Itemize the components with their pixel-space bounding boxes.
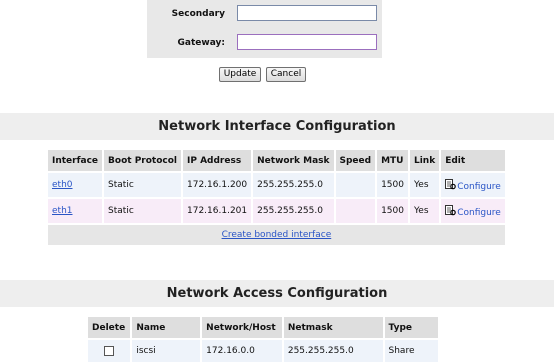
- create-bonded-interface-link[interactable]: Create bonded interface: [222, 230, 332, 240]
- network-mask-cell: 255.255.255.0: [253, 173, 334, 197]
- col-header-netmask: Netmask: [283, 317, 383, 338]
- ip-address-cell: 172.16.1.200: [183, 173, 252, 197]
- boot-protocol-cell: Static: [104, 173, 181, 197]
- netmask-cell: 255.255.255.0: [283, 340, 383, 362]
- configure-label: Configure: [457, 181, 501, 192]
- type-cell: Share: [384, 340, 438, 362]
- access-header-row: Delete Name Network/Host Netmask Type: [88, 317, 438, 338]
- link-cell: Yes: [409, 199, 440, 223]
- delete-checkbox[interactable]: [104, 345, 115, 356]
- mtu-cell: 1500: [377, 173, 408, 197]
- speed-cell: [335, 199, 376, 223]
- interface-link-eth0[interactable]: eth0: [52, 180, 73, 190]
- update-button[interactable]: Update: [219, 67, 261, 82]
- gateway-label: Gateway:: [177, 38, 225, 48]
- interface-section-title: Network Interface Configuration: [158, 119, 396, 134]
- interface-table: Interface Boot Protocol IP Address Netwo…: [46, 148, 507, 247]
- configure-button-eth0[interactable]: Configure: [445, 178, 501, 192]
- col-header-edit: Edit: [441, 150, 505, 171]
- speed-cell: [335, 173, 376, 197]
- secondary-dns-row: Secondary DNS:: [147, 0, 382, 48]
- configure-button-eth1[interactable]: Configure: [445, 204, 501, 218]
- configure-wrench-icon: [445, 204, 457, 215]
- access-table: Delete Name Network/Host Netmask Type is…: [86, 315, 440, 364]
- secondary-dns-input[interactable]: [237, 5, 377, 21]
- secondary-dns-label: Secondary DNS:: [171, 9, 225, 48]
- gateway-row: Gateway:: [147, 29, 382, 58]
- boot-protocol-cell: Static: [104, 199, 181, 223]
- col-header-interface: Interface: [48, 150, 103, 171]
- col-header-name: Name: [132, 317, 201, 338]
- access-section-bar: Network Access Configuration: [0, 280, 554, 307]
- table-row: eth1 Static 172.16.1.201 255.255.255.0 1…: [48, 199, 505, 223]
- cancel-button[interactable]: Cancel: [266, 67, 306, 82]
- ip-address-cell: 172.16.1.201: [183, 199, 252, 223]
- network-mask-cell: 255.255.255.0: [253, 199, 334, 223]
- col-header-delete: Delete: [88, 317, 131, 338]
- interface-header-row: Interface Boot Protocol IP Address Netwo…: [48, 150, 505, 171]
- col-header-network-host: Network/Host: [202, 317, 282, 338]
- configure-label: Configure: [457, 207, 501, 218]
- name-cell: iscsi: [132, 340, 201, 362]
- col-header-ip-address: IP Address: [183, 150, 252, 171]
- mtu-cell: 1500: [377, 199, 408, 223]
- link-cell: Yes: [409, 173, 440, 197]
- table-row: eth0 Static 172.16.1.200 255.255.255.0 1…: [48, 173, 505, 197]
- interface-footer-row: Create bonded interface: [48, 225, 505, 245]
- access-section-title: Network Access Configuration: [166, 286, 388, 301]
- col-header-mtu: MTU: [377, 150, 408, 171]
- table-row: iscsi 172.16.0.0 255.255.255.0 Share: [88, 340, 438, 362]
- configure-wrench-icon: [445, 178, 457, 189]
- col-header-type: Type: [384, 317, 438, 338]
- col-header-link: Link: [409, 150, 440, 171]
- gateway-input[interactable]: [237, 34, 377, 50]
- col-header-network-mask: Network Mask: [253, 150, 334, 171]
- interface-section-bar: Network Interface Configuration: [0, 113, 554, 140]
- col-header-boot-protocol: Boot Protocol: [104, 150, 181, 171]
- col-header-speed: Speed: [335, 150, 376, 171]
- interface-link-eth1[interactable]: eth1: [52, 206, 73, 216]
- network-host-cell: 172.16.0.0: [202, 340, 282, 362]
